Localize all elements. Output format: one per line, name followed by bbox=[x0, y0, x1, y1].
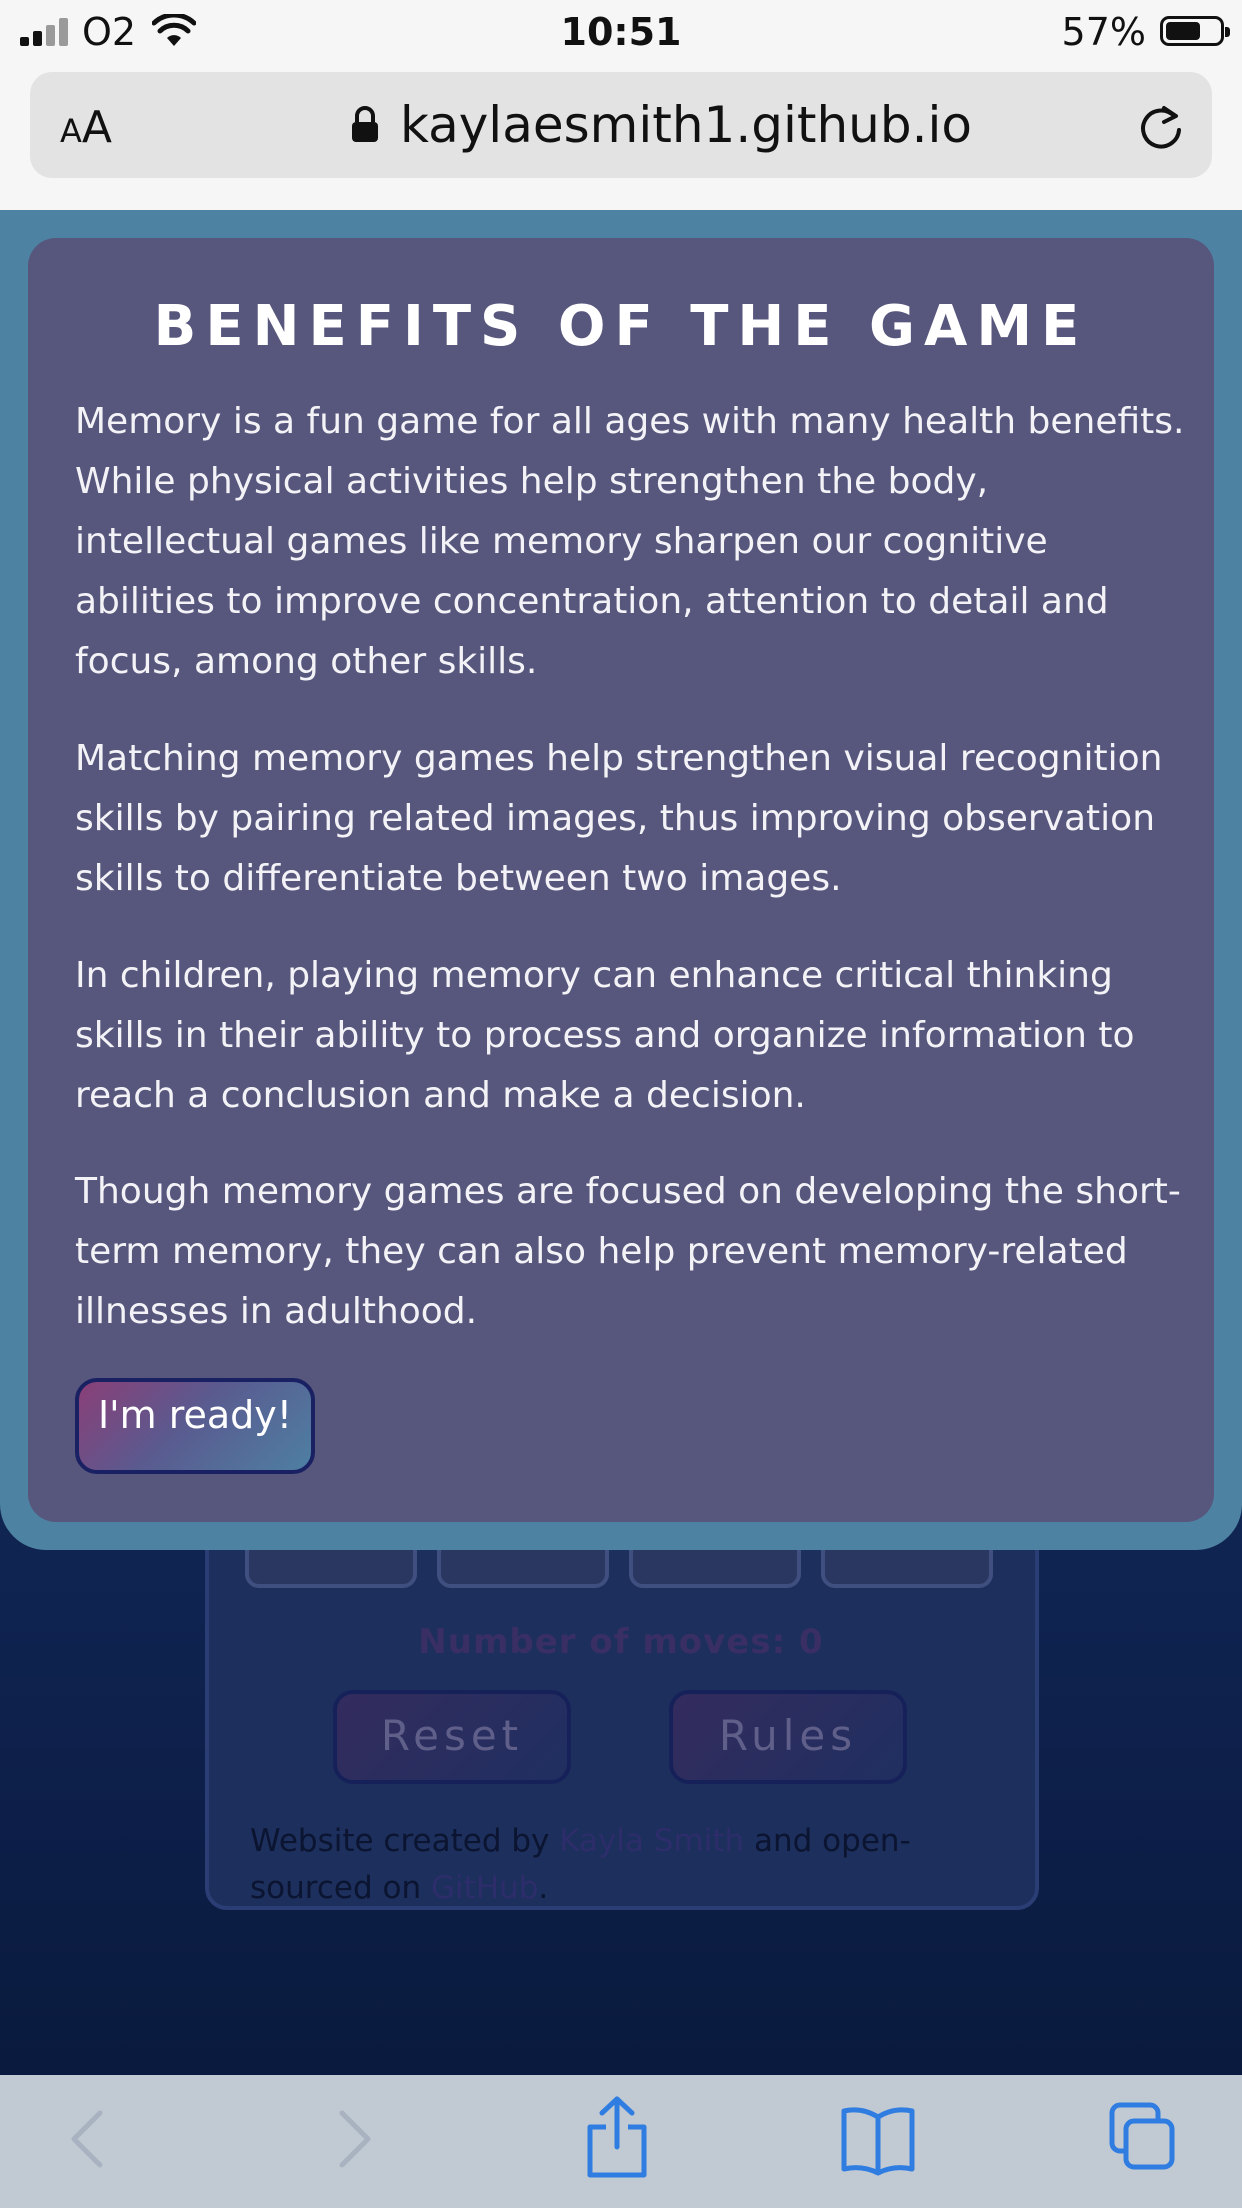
im-ready-button[interactable]: I'm ready! bbox=[75, 1378, 315, 1474]
status-time: 10:51 bbox=[560, 10, 682, 54]
lock-icon bbox=[352, 106, 378, 142]
modal-paragraph: Matching memory games help strengthen vi… bbox=[75, 738, 1163, 899]
status-bar: O2 10:51 57% bbox=[0, 0, 1242, 64]
bookmarks-icon[interactable] bbox=[840, 2099, 916, 2179]
browser-toolbar bbox=[0, 2075, 1242, 2208]
reload-icon[interactable] bbox=[1136, 100, 1186, 152]
author-link[interactable]: Kayla Smith bbox=[559, 1823, 744, 1859]
modal-paragraph: Memory is a fun game for all ages with m… bbox=[75, 401, 1185, 682]
rules-button[interactable]: Rules bbox=[669, 1690, 907, 1784]
site-credit: Website created by Kayla Smith and open-… bbox=[250, 1818, 1030, 1912]
moves-counter: Number of moves: 0 bbox=[418, 1622, 824, 1662]
text-size-button[interactable]: AAAA bbox=[60, 102, 112, 153]
reset-button[interactable]: Reset bbox=[333, 1690, 571, 1784]
battery-icon bbox=[1160, 16, 1230, 46]
address-bar[interactable]: AAAA kaylaesmith1.github.io bbox=[30, 72, 1212, 178]
url-text[interactable]: kaylaesmith1.github.io bbox=[400, 96, 972, 154]
browser-address-area: AAAA kaylaesmith1.github.io bbox=[0, 64, 1242, 210]
forward-icon[interactable] bbox=[330, 2099, 380, 2179]
modal-title: BENEFITS OF THE GAME bbox=[153, 294, 1089, 359]
credit-suffix: . bbox=[538, 1870, 549, 1906]
modal-paragraph: In children, playing memory can enhance … bbox=[75, 955, 1135, 1116]
back-icon[interactable] bbox=[62, 2099, 112, 2179]
share-icon[interactable] bbox=[582, 2093, 652, 2181]
battery-percent: 57% bbox=[1061, 10, 1146, 54]
tabs-icon[interactable] bbox=[1108, 2101, 1178, 2173]
modal-paragraph: Though memory games are focused on devel… bbox=[75, 1171, 1181, 1332]
github-link[interactable]: GitHub bbox=[431, 1870, 538, 1906]
credit-prefix: Website created by bbox=[250, 1823, 560, 1859]
